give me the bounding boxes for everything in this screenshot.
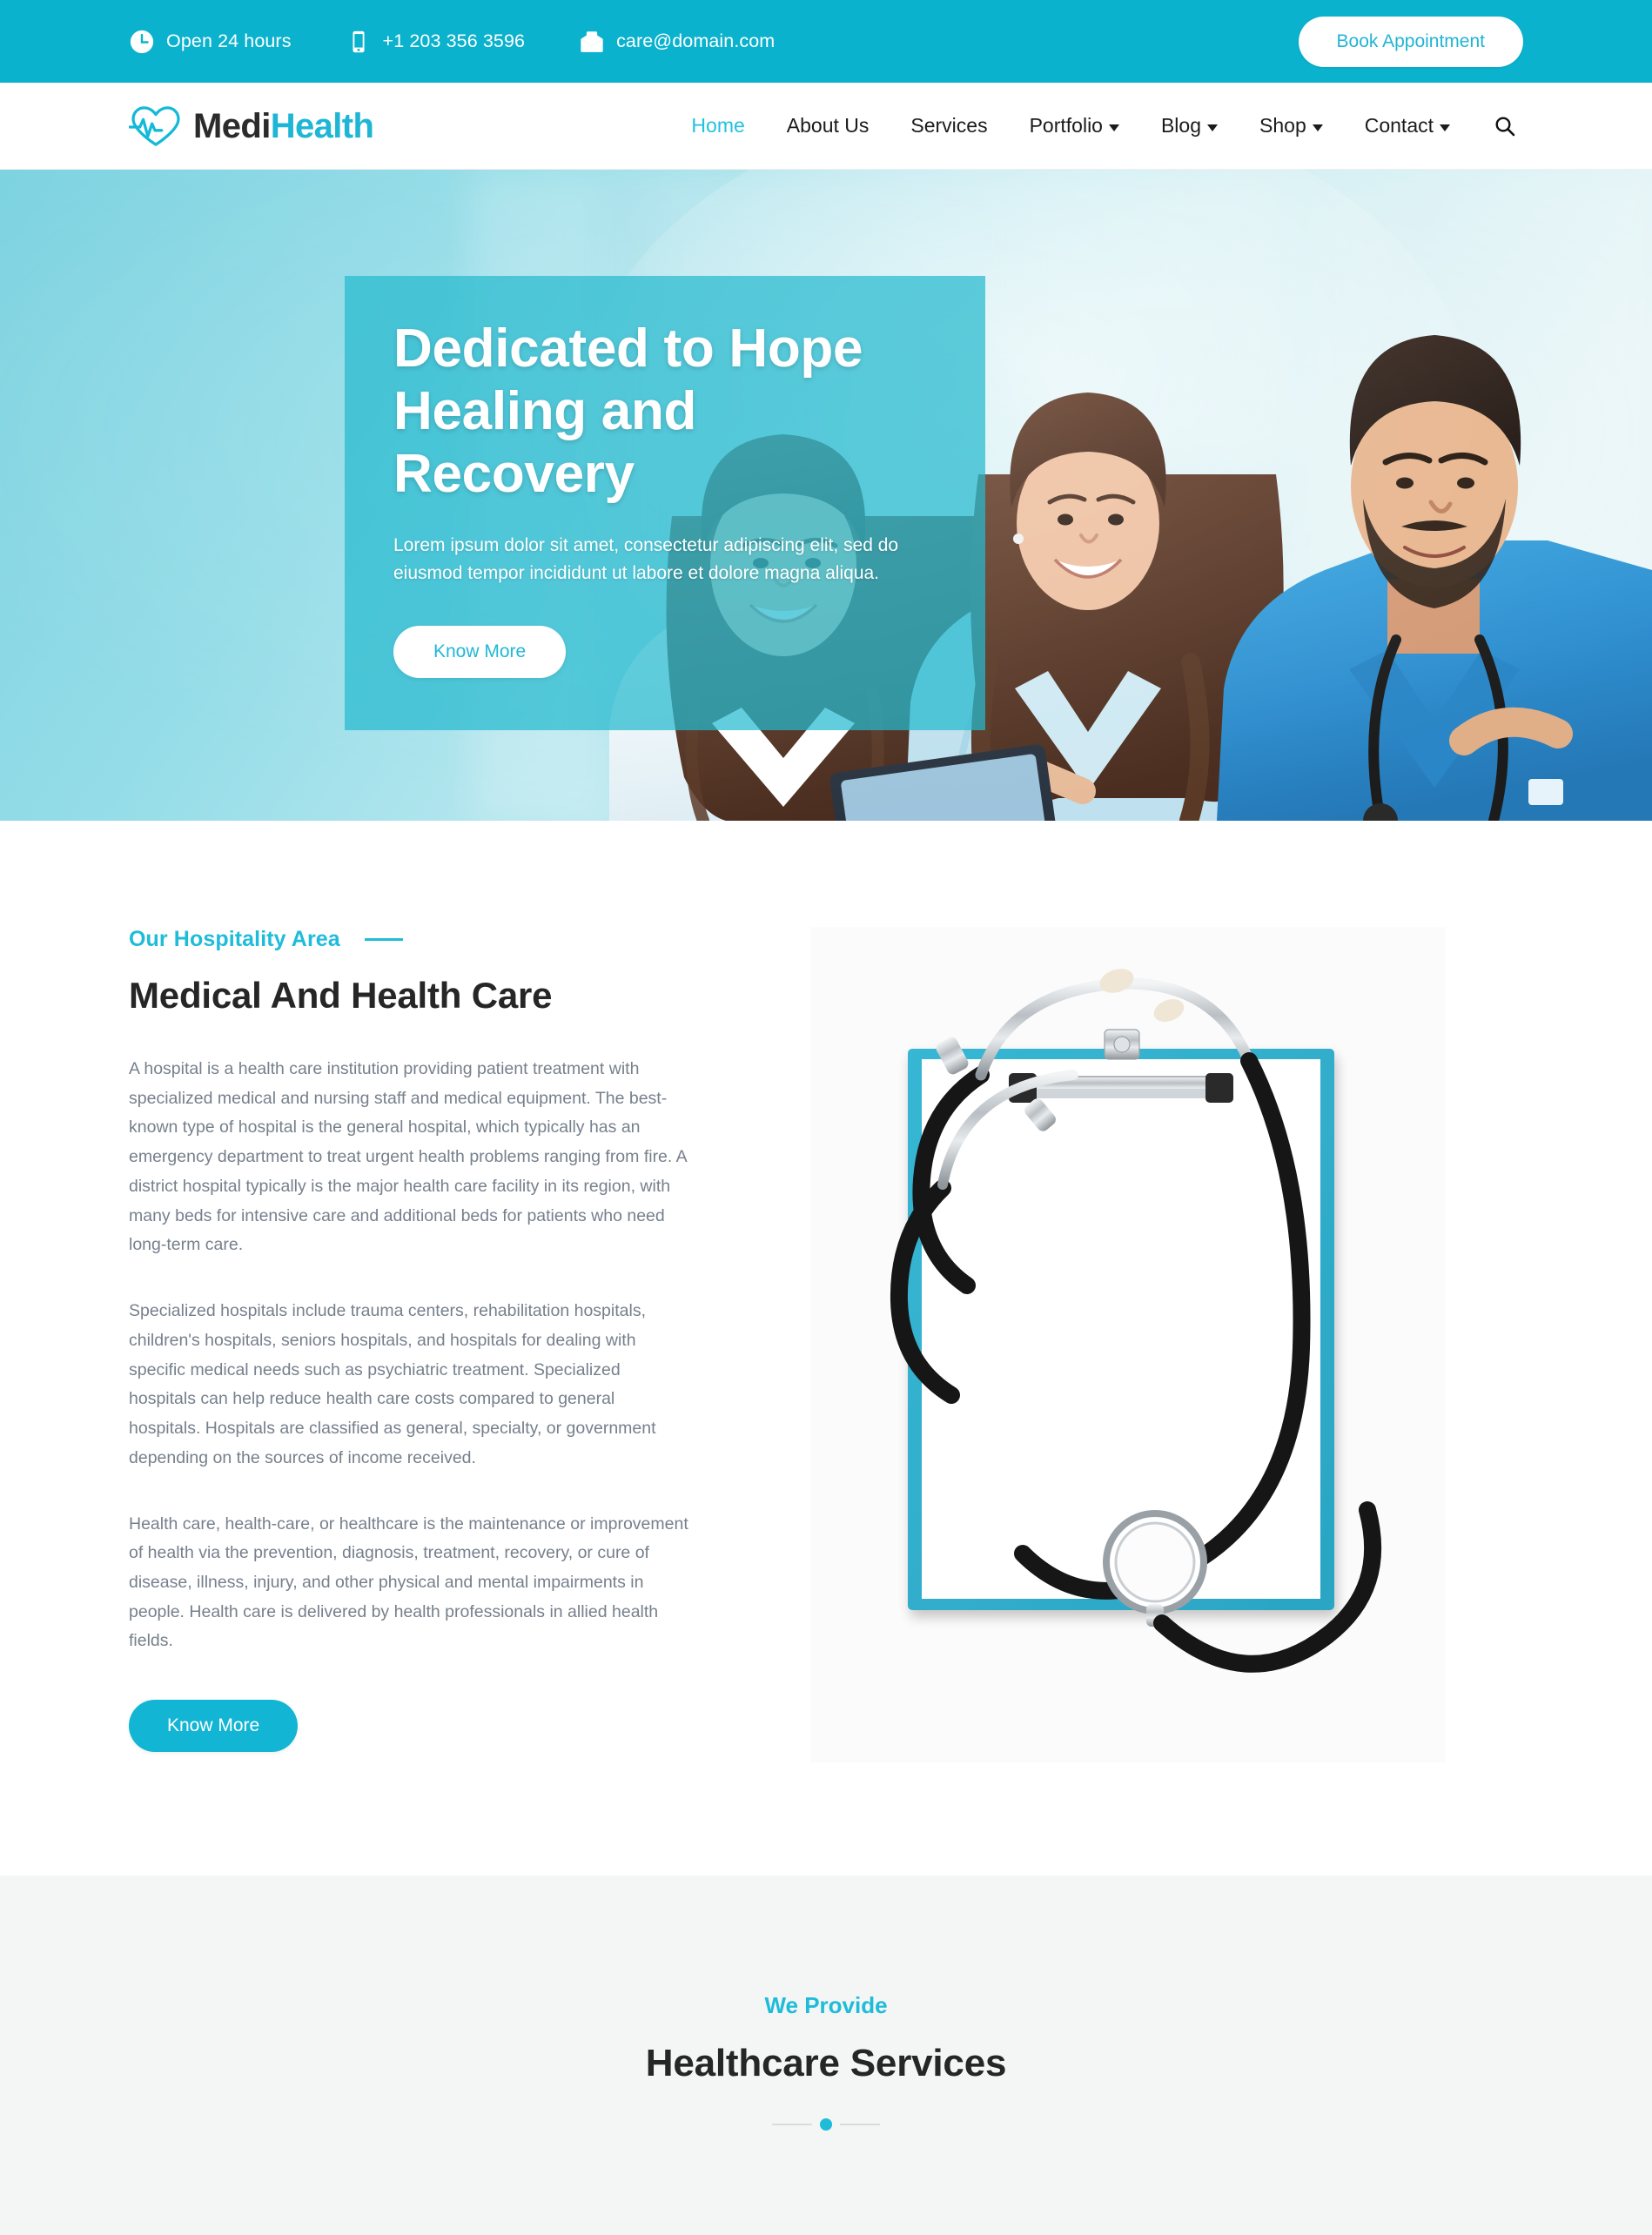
nav-item-portfolio[interactable]: Portfolio — [1009, 105, 1140, 146]
email-item[interactable]: care@domain.com — [579, 29, 775, 55]
nav-label-blog: Blog — [1160, 114, 1202, 137]
services-section: We Provide Healthcare Services — [0, 1876, 1652, 2235]
nav-label-services: Services — [910, 114, 988, 137]
services-eyebrow: We Provide — [764, 1992, 888, 2018]
services-divider — [129, 2118, 1523, 2131]
about-paragraph-3: Health care, health-care, or healthcare … — [129, 1513, 688, 1651]
topbar-contact-group: Open 24 hours +1 203 356 3596 care@domai… — [129, 29, 775, 55]
nav-item-contact[interactable]: Contact — [1344, 105, 1471, 146]
hero-subtitle: Lorem ipsum dolor sit amet, consectetur … — [393, 534, 899, 583]
logo-word-medi: Medi — [193, 106, 271, 145]
logo-wordmark: MediHealth — [193, 106, 374, 145]
hero-banner: Dedicated to Hope Healing and Recovery L… — [0, 170, 1652, 821]
book-appointment-button[interactable]: Book Appointment — [1298, 16, 1523, 67]
nav-label-shop: Shop — [1259, 114, 1306, 137]
heart-heartbeat-icon — [129, 104, 183, 148]
about-title: Medical And Health Care — [129, 975, 553, 1016]
about-eyebrow-row: Our Hospitality Area — [129, 927, 690, 952]
chevron-down-icon — [1440, 124, 1450, 131]
about-section: Our Hospitality Area Medical And Health … — [0, 821, 1652, 1876]
page-root: Open 24 hours +1 203 356 3596 care@domai… — [0, 0, 1652, 2235]
nav-links: Home About Us Services Portfolio Blog Sh… — [670, 105, 1523, 146]
nav-item-home[interactable]: Home — [670, 105, 765, 146]
about-paragraph-2: Specialized hospitals include trauma cen… — [129, 1301, 656, 1467]
services-title: Healthcare Services — [645, 2042, 1007, 2084]
hero-overlay-card: Dedicated to Hope Healing and Recovery L… — [345, 276, 985, 730]
chevron-down-icon — [1207, 124, 1219, 131]
nav-item-services[interactable]: Services — [890, 105, 1008, 146]
nav-item-about-us[interactable]: About Us — [766, 105, 890, 146]
about-eyebrow: Our Hospitality Area — [129, 927, 340, 951]
envelope-icon — [579, 29, 605, 55]
phone-item[interactable]: +1 203 356 3596 — [346, 29, 526, 55]
open-hours-text: Open 24 hours — [166, 30, 292, 51]
phone-number-text: +1 203 356 3596 — [382, 30, 526, 51]
top-contact-bar: Open 24 hours +1 203 356 3596 care@domai… — [0, 0, 1652, 83]
nav-label-contact: Contact — [1364, 114, 1434, 137]
main-navigation-bar: MediHealth Home About Us Services Portfo… — [0, 83, 1652, 170]
hero-title-line-1: Dedicated to Hope — [393, 319, 863, 379]
open-hours-item: Open 24 hours — [129, 29, 292, 55]
about-image-column — [732, 927, 1523, 1762]
divider-dot — [820, 2118, 832, 2131]
divider-line-right — [840, 2124, 880, 2125]
clock-icon — [129, 29, 155, 55]
nav-label-portfolio: Portfolio — [1029, 114, 1103, 137]
nav-label-home: Home — [691, 114, 745, 137]
nav-item-blog[interactable]: Blog — [1140, 105, 1239, 146]
about-know-more-button[interactable]: Know More — [129, 1700, 299, 1753]
eyebrow-dash-line — [364, 938, 403, 941]
site-logo[interactable]: MediHealth — [129, 104, 374, 148]
logo-word-health: Health — [270, 106, 374, 145]
chevron-down-icon — [1312, 124, 1323, 131]
topbar-cta-group: Book Appointment — [1298, 16, 1523, 67]
nav-item-shop[interactable]: Shop — [1239, 105, 1344, 146]
clipboard-stethoscope-image — [809, 927, 1446, 1762]
hero-title: Dedicated to Hope Healing and Recovery — [393, 318, 937, 506]
hero-know-more-button[interactable]: Know More — [393, 625, 567, 678]
mobile-phone-icon — [346, 29, 372, 55]
search-icon[interactable] — [1471, 106, 1523, 146]
chevron-down-icon — [1108, 124, 1119, 131]
about-text-column: Our Hospitality Area Medical And Health … — [129, 927, 690, 1753]
email-address-text: care@domain.com — [616, 30, 776, 51]
divider-line-left — [772, 2124, 812, 2125]
hero-title-line-2: Healing and Recovery — [393, 380, 697, 504]
about-paragraph-1: A hospital is a health care institution … — [129, 1059, 687, 1255]
nav-label-about-us: About Us — [786, 114, 870, 137]
